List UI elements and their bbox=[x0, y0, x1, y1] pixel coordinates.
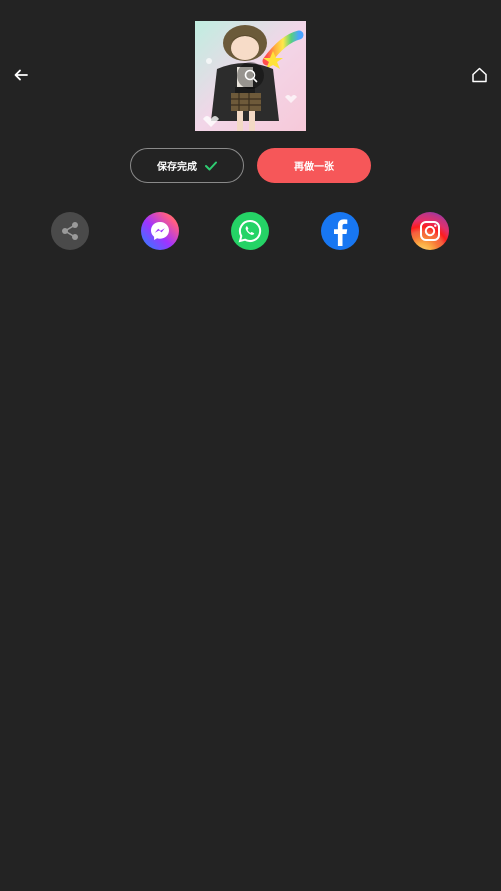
share-row bbox=[0, 212, 501, 250]
saved-label: 保存完成 bbox=[157, 162, 197, 173]
result-preview-image[interactable] bbox=[195, 21, 306, 131]
search-icon bbox=[244, 69, 257, 82]
whatsapp-share-button[interactable] bbox=[231, 212, 269, 250]
facebook-share-button[interactable] bbox=[321, 212, 359, 250]
messenger-share-button[interactable] bbox=[141, 212, 179, 250]
home-button[interactable] bbox=[464, 60, 494, 90]
instagram-share-button[interactable] bbox=[411, 212, 449, 250]
facebook-icon bbox=[334, 219, 348, 246]
instagram-icon bbox=[420, 221, 440, 241]
saved-status-button[interactable]: 保存完成 bbox=[130, 148, 244, 183]
messenger-icon bbox=[151, 222, 169, 240]
whatsapp-icon bbox=[238, 219, 262, 243]
result-screen: 保存完成 再做一张 bbox=[0, 0, 501, 891]
back-button[interactable] bbox=[6, 60, 36, 90]
make-another-label: 再做一张 bbox=[294, 162, 334, 173]
arrow-left-icon bbox=[14, 69, 28, 81]
check-icon bbox=[205, 161, 217, 171]
make-another-button[interactable]: 再做一张 bbox=[257, 148, 371, 183]
share-icon bbox=[62, 222, 78, 240]
zoom-button[interactable] bbox=[237, 62, 264, 89]
home-icon bbox=[471, 67, 487, 83]
share-button[interactable] bbox=[51, 212, 89, 250]
